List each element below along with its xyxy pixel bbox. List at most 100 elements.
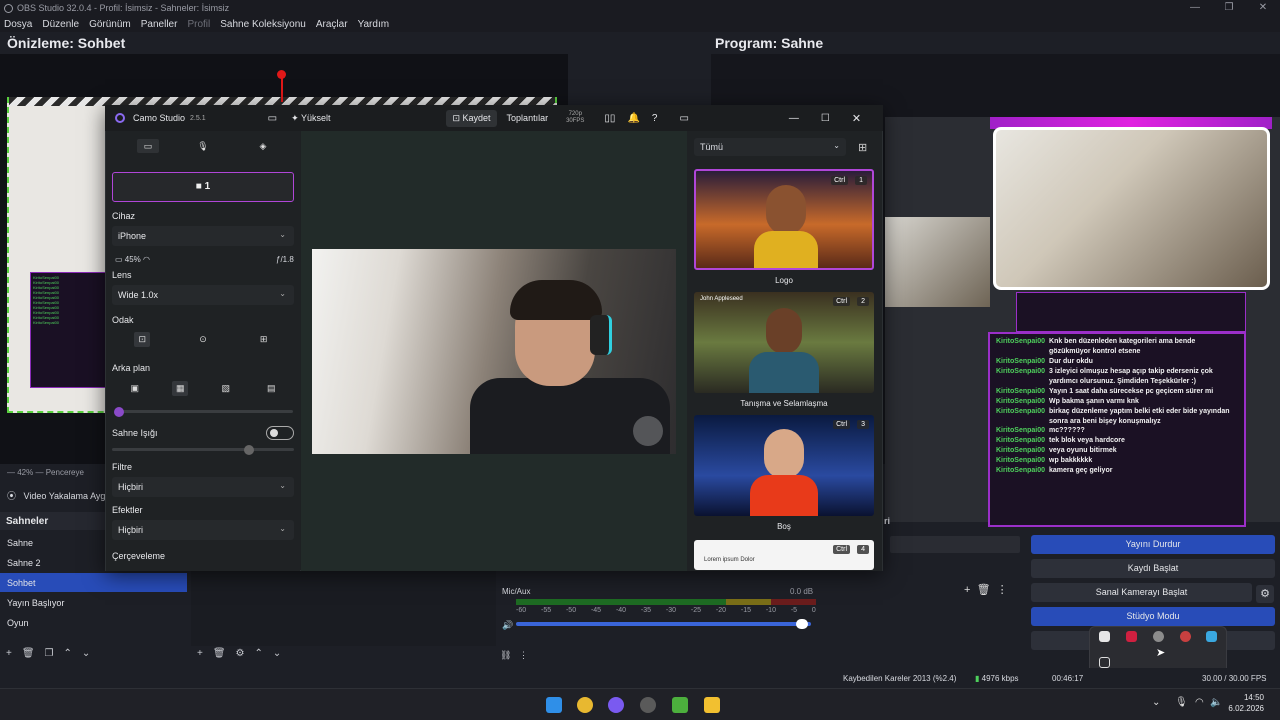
upgrade-button[interactable]: ✦ Yükselt [291, 113, 330, 124]
bg-replace-icon[interactable]: ▦ [172, 380, 189, 396]
transition-menu-icon[interactable]: ⋮ [997, 584, 1008, 596]
stop-stream-button[interactable]: Yayını Durdur [1031, 535, 1275, 554]
menu-tools[interactable]: Araçlar [316, 19, 348, 30]
layout-icon[interactable]: ▯▯ [604, 113, 615, 124]
record-button[interactable]: ⊡ Kaydet [446, 109, 497, 127]
add-source-icon[interactable]: + [197, 648, 203, 662]
meter-tick-label: -45 [590, 607, 602, 614]
auto-focus-icon[interactable]: ⊡ [134, 331, 151, 347]
rotation-handle[interactable] [277, 70, 286, 79]
preview-title: Önizleme: Sohbet [7, 35, 126, 51]
speaker-icon[interactable]: 🔊 [502, 620, 513, 631]
meetings-button[interactable]: Toplantılar [507, 113, 549, 123]
background-slider-knob[interactable] [114, 407, 124, 417]
background-card-empty[interactable]: Ctrl 3 [694, 415, 874, 516]
source-up-icon[interactable]: ⌃ [255, 648, 263, 662]
start-record-button[interactable]: Kaydı Başlat [1031, 559, 1275, 578]
menu-docks[interactable]: Paneller [141, 19, 178, 30]
minecraft-icon[interactable] [672, 697, 688, 713]
menu-view[interactable]: Görünüm [89, 19, 131, 30]
add-scene-icon[interactable]: + [6, 648, 12, 662]
stage-light-slider[interactable] [112, 448, 294, 451]
wifi-icon[interactable]: ◠ [1195, 697, 1204, 708]
camo-minimize-button[interactable]: — [789, 113, 799, 124]
tray-usb-icon[interactable] [1099, 657, 1110, 668]
menu-scene-collection[interactable]: Sahne Koleksiyonu [220, 19, 306, 30]
menu-help[interactable]: Yardım [358, 19, 390, 30]
copilot-icon[interactable] [608, 697, 624, 713]
mixer-menu-icon[interactable]: ⋮ [519, 650, 528, 660]
stage-light-toggle[interactable] [266, 426, 294, 440]
move-up-icon[interactable]: ⌃ [64, 648, 72, 662]
remove-source-icon[interactable]: 🗑 [213, 648, 226, 662]
tray-chevron-icon[interactable]: ⌄ [1152, 697, 1160, 708]
chrome-icon[interactable] [577, 697, 593, 713]
move-down-icon[interactable]: ⌄ [82, 648, 90, 662]
tray-app-icon[interactable] [1206, 631, 1217, 642]
background-category-dropdown[interactable]: Tümü ⌄ [694, 138, 846, 156]
help-icon[interactable]: ? [652, 113, 658, 124]
stage-light-slider-knob[interactable] [244, 445, 254, 455]
bg-portrait-icon[interactable]: ▤ [263, 381, 279, 396]
obs-taskbar-icon[interactable] [640, 697, 656, 713]
obs-tray-icon[interactable] [1153, 631, 1164, 642]
scene-item-selected[interactable]: Sohbet [0, 573, 187, 592]
clock[interactable]: 14:50 6.02.2026 [1228, 692, 1264, 714]
scene-item[interactable]: Oyun [0, 613, 187, 632]
background-slider[interactable] [118, 410, 293, 413]
menu-file[interactable]: Dosya [4, 19, 32, 30]
background-card-meet[interactable]: John Appleseed Ctrl 2 [694, 292, 874, 393]
tray-app-icon[interactable] [1126, 631, 1137, 642]
source-down-icon[interactable]: ⌄ [273, 648, 281, 662]
panel-toggle-icon[interactable]: ▭ [679, 113, 688, 124]
studio-mode-button[interactable]: Stüdyo Modu [1031, 607, 1275, 626]
resolution-badge[interactable]: 720p 30FPS [566, 111, 584, 125]
lens-label: Lens [112, 270, 132, 280]
bg-blur-icon[interactable]: ▧ [218, 381, 234, 396]
file-explorer-icon[interactable] [704, 697, 720, 713]
background-card-text[interactable]: Lorem ipsum Dolor Ctrl 4 [694, 540, 874, 570]
audio-tab-icon[interactable]: 🎙 [197, 141, 209, 151]
program-webcam-secondary [885, 217, 990, 307]
grid-view-icon[interactable]: ⊞ [858, 141, 867, 154]
mixer-link-icon[interactable]: ⛓ [500, 650, 511, 660]
camo-close-button[interactable]: ✕ [852, 112, 861, 125]
minimize-button[interactable]: — [1178, 0, 1212, 16]
camo-maximize-button[interactable]: ☐ [821, 113, 830, 124]
bg-none-icon[interactable]: ▣ [127, 381, 143, 396]
tray-app-icon[interactable] [1180, 631, 1191, 642]
background-card-logo[interactable]: Ctrl 1 [694, 169, 874, 270]
close-button[interactable]: ✕ [1246, 0, 1280, 16]
mic-icon[interactable]: 🎙 [1175, 697, 1188, 708]
maximize-button[interactable]: ❐ [1212, 0, 1246, 16]
filter-dropdown[interactable]: Hiçbiri ⌄ [112, 477, 294, 497]
add-transition-icon[interactable]: + [964, 584, 970, 596]
menu-edit[interactable]: Düzenle [42, 19, 79, 30]
scene-item[interactable]: Yayın Başlıyor [0, 593, 187, 612]
device-dropdown[interactable]: iPhone ⌄ [112, 226, 294, 246]
video-tab-icon[interactable]: ▭ [137, 139, 159, 153]
virtual-camera-button[interactable]: Sanal Kamerayı Başlat [1031, 583, 1252, 602]
camo-version: 2.5.1 [190, 114, 206, 122]
layers-tab-icon[interactable]: ◈ [257, 141, 269, 151]
sidebar-toggle-icon[interactable]: ▭ [268, 113, 277, 124]
remove-scene-icon[interactable]: 🗑 [22, 648, 35, 662]
camera-selector[interactable]: ■ 1 [112, 172, 294, 202]
manual-focus-icon[interactable]: ⊞ [256, 332, 272, 347]
source-settings-icon[interactable]: ⚙ [236, 648, 245, 662]
volume-knob[interactable] [796, 619, 809, 629]
virtual-cam-settings-icon[interactable]: ⚙ [1256, 585, 1274, 603]
effects-dropdown[interactable]: Hiçbiri ⌄ [112, 520, 294, 540]
face-focus-icon[interactable]: ⊙ [195, 332, 211, 347]
windows-start-icon[interactable] [546, 697, 562, 713]
volume-slider[interactable] [516, 622, 811, 626]
zoom-indicator[interactable]: — 42% — Pencereye [7, 468, 84, 477]
remove-transition-icon[interactable]: 🗑 [977, 584, 991, 596]
notifications-icon[interactable]: 🔔 [627, 113, 639, 124]
volume-icon[interactable]: 🔈 [1210, 697, 1222, 708]
filter-icon[interactable]: ❐ [45, 648, 54, 662]
tray-app-icon[interactable] [1099, 631, 1110, 642]
menu-profile[interactable]: Profil [187, 19, 210, 30]
lens-dropdown[interactable]: Wide 1.0x ⌄ [112, 285, 294, 305]
transition-select[interactable] [890, 536, 1020, 553]
